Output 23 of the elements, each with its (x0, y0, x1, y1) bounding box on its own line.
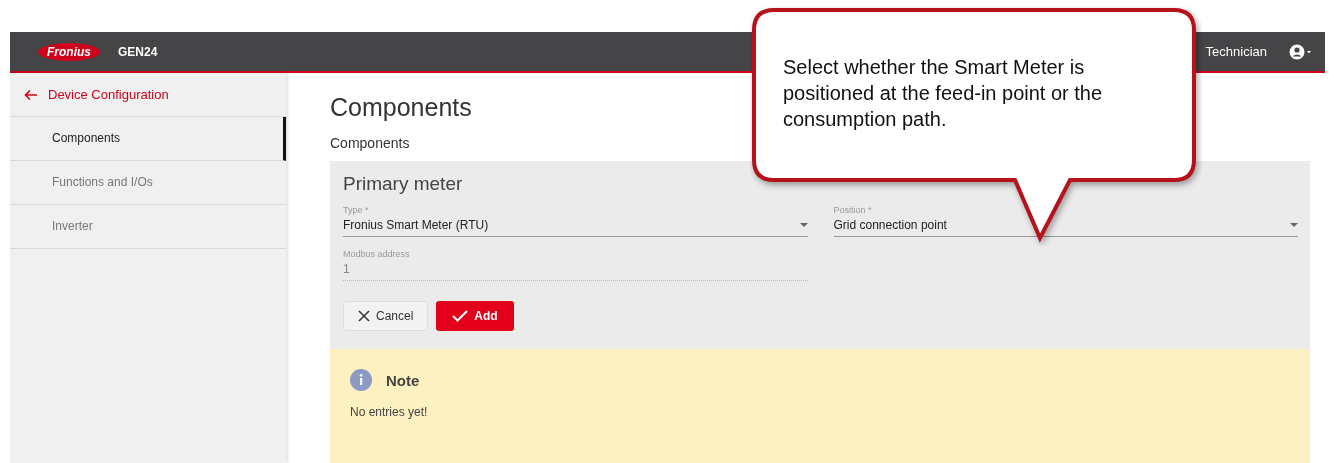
form-field[interactable]: Type * Fronius Smart Meter (RTU) (343, 205, 808, 237)
product-name: GEN24 (118, 44, 158, 59)
dropdown-caret-icon (799, 223, 808, 227)
close-icon (358, 310, 370, 322)
card-title: Primary meter (343, 173, 464, 195)
user-role: Technician (1205, 44, 1267, 59)
cancel-button[interactable]: Cancel (343, 301, 429, 331)
callout-text: Select whether the Smart Meter is positioned at the feed-in point or the consumption path. (783, 55, 1104, 132)
account-icon[interactable] (1289, 43, 1313, 60)
sidebar-item[interactable]: Functions and I/Os (10, 161, 286, 205)
note-title: Note (386, 371, 420, 389)
back-arrow-icon (24, 88, 38, 101)
note-text: No entries yet! (350, 405, 429, 419)
add-button[interactable]: Add (436, 301, 514, 331)
brand-logo: Fronius (38, 42, 100, 61)
sidebar-item[interactable]: Inverter (10, 205, 286, 249)
page-title: Components (330, 93, 472, 123)
check-icon (452, 310, 469, 322)
info-icon (350, 369, 372, 391)
sidebar-item[interactable]: Components (10, 117, 286, 161)
section-title: Components (330, 135, 410, 153)
back-link[interactable]: Device Configuration (10, 73, 286, 117)
dropdown-caret-icon (1290, 223, 1298, 227)
